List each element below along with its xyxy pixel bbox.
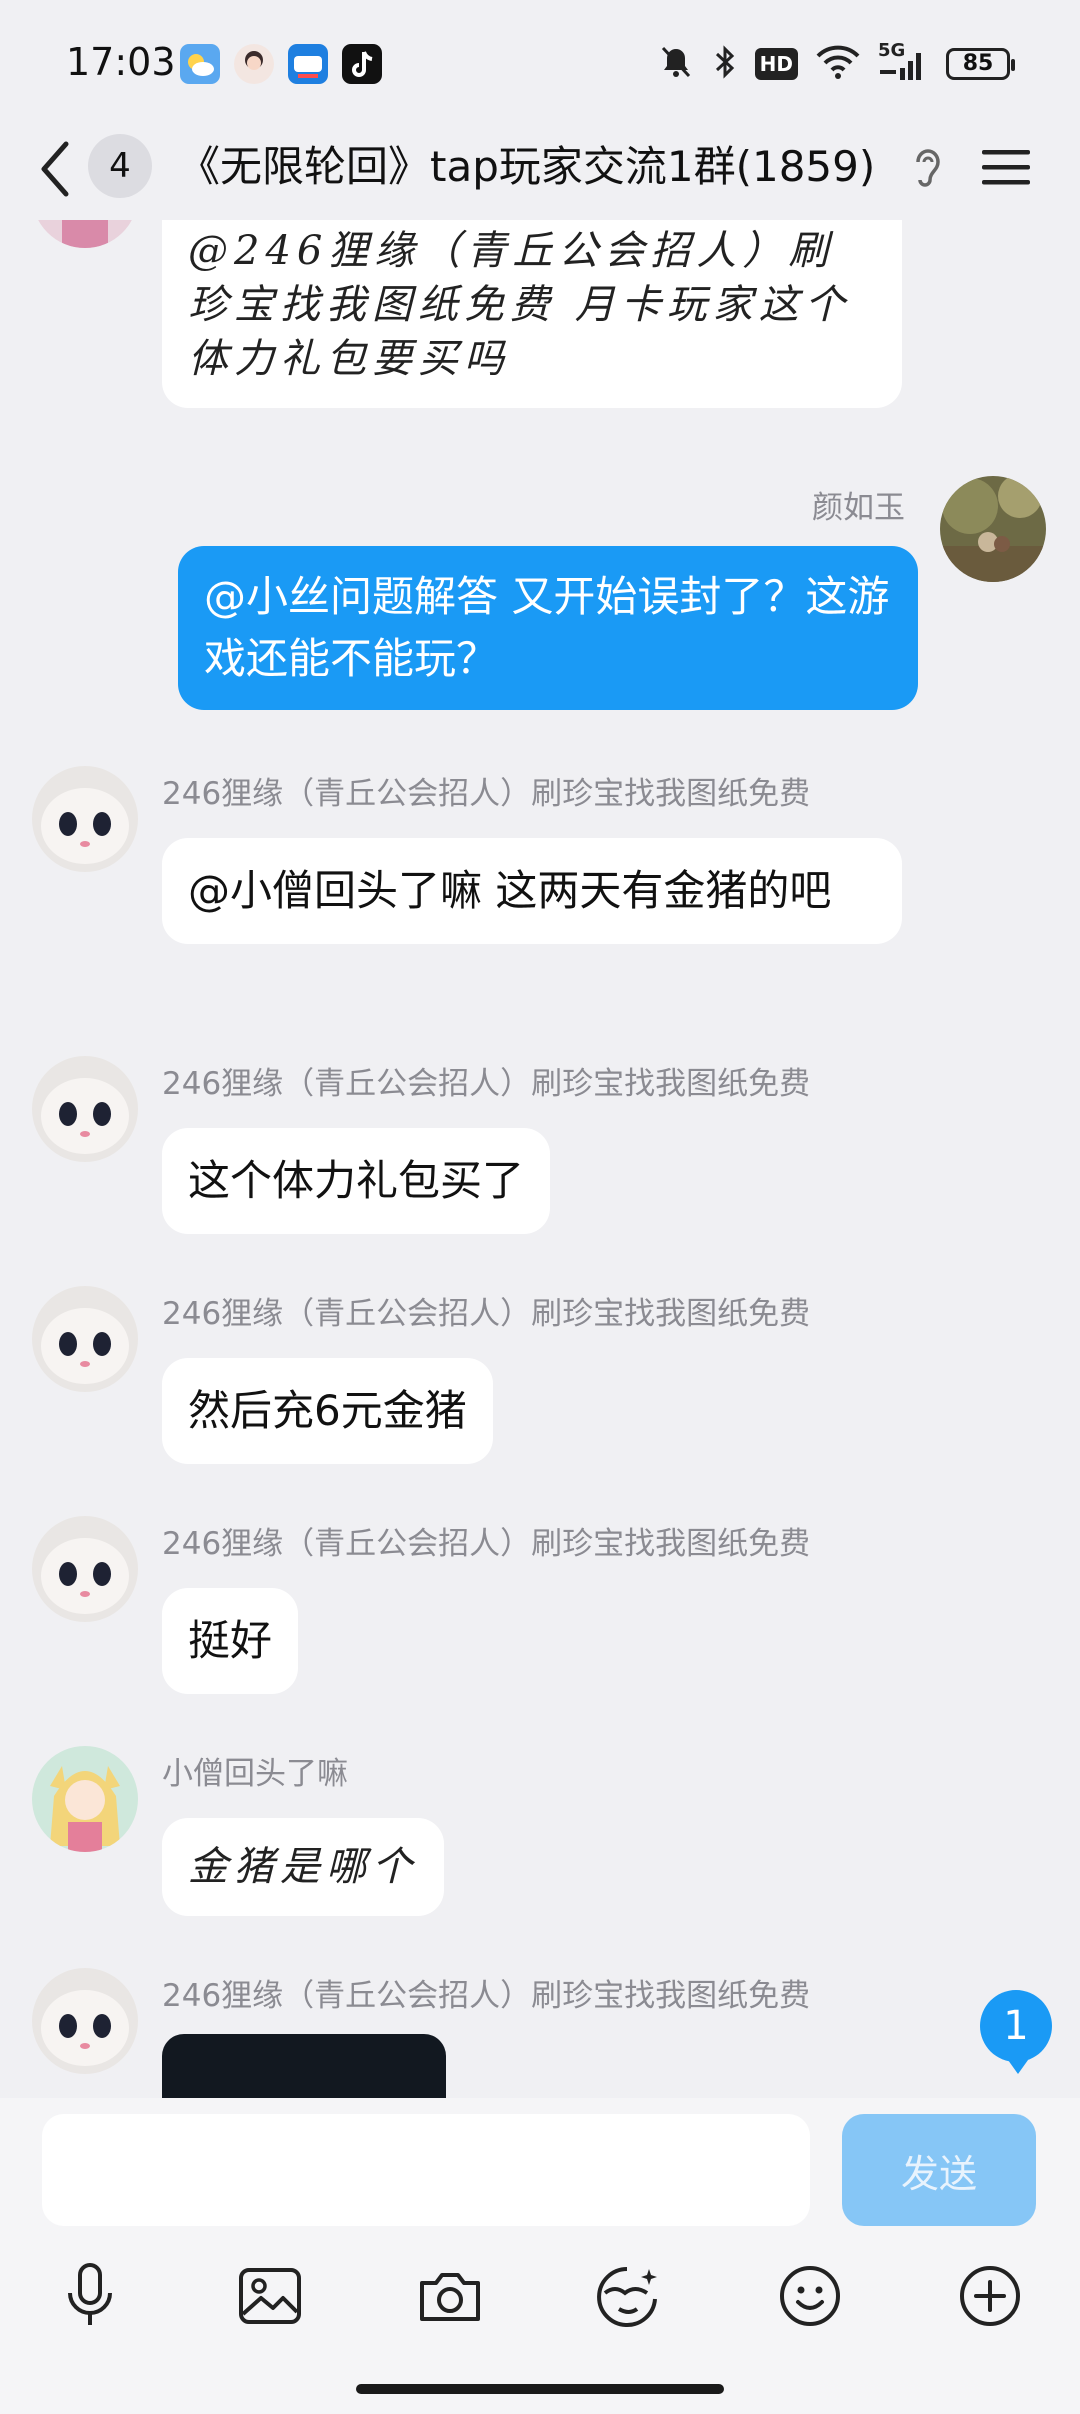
- new-message-badge[interactable]: 1: [980, 1990, 1052, 2074]
- sticker-icon[interactable]: [590, 2258, 666, 2334]
- sender-name: 246狸缘（青丘公会招人）刷珍宝找我图纸免费: [162, 776, 811, 812]
- signal-icon: 5G: [878, 40, 928, 84]
- image-icon[interactable]: [232, 2258, 308, 2334]
- status-time: 17:03: [66, 40, 176, 84]
- avatar[interactable]: [32, 1286, 138, 1392]
- avatar[interactable]: [32, 1746, 138, 1852]
- hd-icon: HD: [754, 48, 798, 80]
- page-title[interactable]: 《无限轮回》tap玩家交流1群(1859): [178, 132, 875, 202]
- ear-mode-icon[interactable]: [908, 142, 948, 192]
- message-bubble[interactable]: @小僧回头了嘛 这两天有金猪的吧: [162, 838, 902, 944]
- weather-app-icon: [180, 44, 220, 84]
- send-button[interactable]: 发送: [842, 2114, 1036, 2226]
- message-input[interactable]: [42, 2114, 810, 2226]
- wifi-icon: [816, 44, 860, 84]
- unread-count-badge[interactable]: 4: [88, 134, 152, 198]
- chat-header: 4 《无限轮回》tap玩家交流1群(1859): [0, 120, 1080, 220]
- message-bubble[interactable]: @246狸缘（青丘公会招人）刷珍宝找我图纸免费 月卡玩家这个体力礼包要买吗: [162, 220, 902, 408]
- bluetooth-icon: [713, 43, 737, 85]
- battery-icon: 85: [946, 48, 1015, 80]
- mute-icon: [657, 43, 695, 85]
- tiktok-app-icon: [342, 44, 382, 84]
- status-icons: HD 5G 85: [657, 40, 1015, 88]
- back-button[interactable]: [30, 134, 80, 204]
- sender-name: 246狸缘（青丘公会招人）刷珍宝找我图纸免费: [162, 1296, 811, 1332]
- avatar[interactable]: [32, 1516, 138, 1622]
- sender-name: 小僧回头了嘛: [162, 1756, 348, 1792]
- camera-icon[interactable]: [412, 2258, 488, 2334]
- avatar[interactable]: [32, 220, 138, 248]
- message-bubble[interactable]: 金猪是哪个: [162, 1818, 444, 1916]
- status-bar: 17:03 HD 5G 85: [0, 0, 1080, 128]
- menu-icon[interactable]: [980, 142, 1032, 192]
- message-bubble-mine[interactable]: @小丝问题解答 又开始误封了？这游戏还能不能玩？: [178, 546, 918, 710]
- avatar[interactable]: [940, 476, 1046, 582]
- browser-app-icon: [288, 44, 328, 84]
- avatar[interactable]: [32, 1056, 138, 1162]
- home-indicator[interactable]: [356, 2384, 724, 2394]
- message-bubble[interactable]: 挺好: [162, 1588, 299, 1694]
- sender-name: 颜如玉: [812, 490, 905, 526]
- message-bubble[interactable]: 然后充6元金猪: [162, 1358, 493, 1464]
- avatar[interactable]: [32, 1968, 138, 2074]
- emoji-icon[interactable]: [772, 2258, 848, 2334]
- avatar[interactable]: [32, 766, 138, 872]
- sender-name: 246狸缘（青丘公会招人）刷珍宝找我图纸免费: [162, 1526, 811, 1562]
- image-message[interactable]: [162, 2034, 446, 2098]
- plus-icon[interactable]: [952, 2258, 1028, 2334]
- input-bar: 发送: [0, 2098, 1080, 2414]
- message-list[interactable]: @246狸缘（青丘公会招人）刷珍宝找我图纸免费 月卡玩家这个体力礼包要买吗 颜如…: [0, 220, 1080, 2098]
- sender-name: 246狸缘（青丘公会招人）刷珍宝找我图纸免费: [162, 1978, 811, 2014]
- mic-icon[interactable]: [52, 2258, 128, 2334]
- avatar-app-icon: [234, 44, 274, 84]
- sender-name: 246狸缘（青丘公会招人）刷珍宝找我图纸免费: [162, 1066, 811, 1102]
- message-bubble[interactable]: 这个体力礼包买了: [162, 1128, 551, 1234]
